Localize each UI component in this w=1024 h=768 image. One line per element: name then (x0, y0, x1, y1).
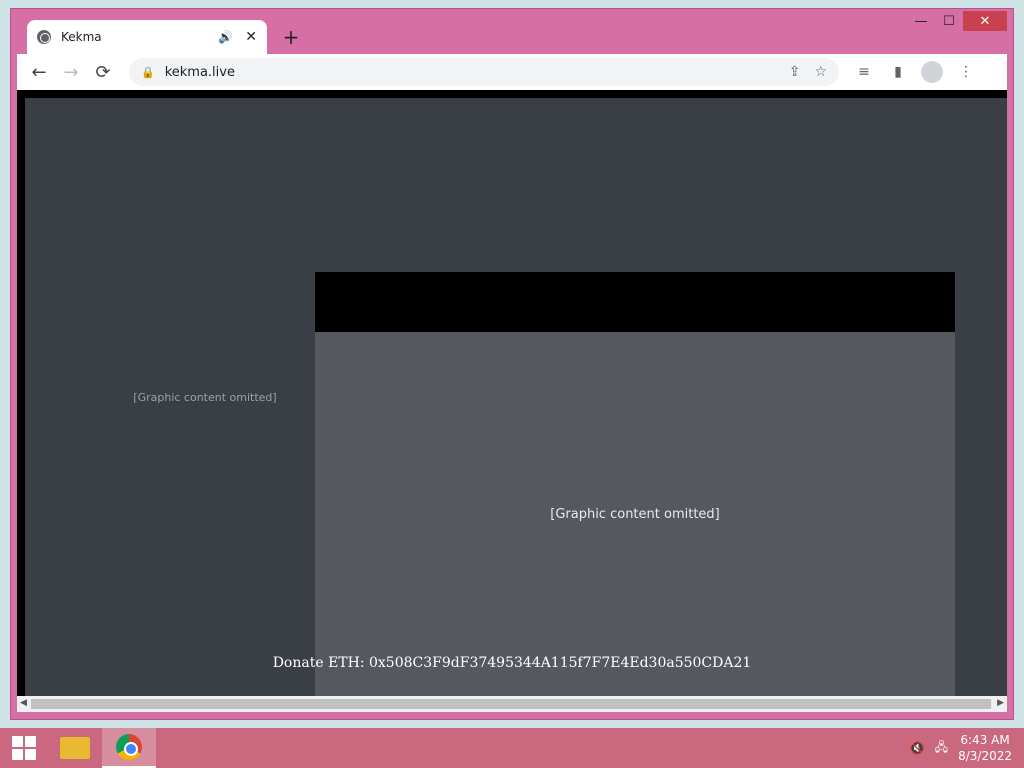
share-icon[interactable]: ⇪ (789, 64, 801, 80)
back-button[interactable]: ← (25, 58, 53, 86)
profile-avatar[interactable] (921, 61, 943, 83)
browser-tab[interactable]: Kekma 🔊 ✕ (27, 20, 267, 54)
lock-icon[interactable]: 🔒 (141, 66, 155, 79)
window-controls: — ☐ ✕ (907, 11, 1007, 31)
tab-title: Kekma (61, 30, 102, 44)
browser-window: — ☐ ✕ Kekma 🔊 ✕ + ← → ⟳ 🔒 kekma.live ⇪ ☆… (10, 8, 1014, 720)
url-text[interactable]: kekma.live (165, 65, 775, 80)
folder-icon (60, 737, 90, 759)
placeholder-label: [Graphic content omitted] (133, 390, 277, 404)
volume-muted-icon[interactable]: 🔇 (910, 741, 925, 755)
video-player[interactable]: [Graphic content omitted] (315, 272, 955, 696)
windows-logo-icon (12, 736, 36, 760)
bookmark-star-icon[interactable]: ☆ (814, 64, 827, 80)
video-content[interactable]: [Graphic content omitted] (315, 332, 955, 696)
forward-button[interactable]: → (57, 58, 85, 86)
scroll-left-icon[interactable]: ◀ (20, 698, 27, 708)
chrome-icon (116, 734, 142, 760)
toolbar: ← → ⟳ 🔒 kekma.live ⇪ ☆ ≡ ▮ ⋮ (17, 54, 1007, 90)
placeholder-label: [Graphic content omitted] (550, 506, 720, 522)
system-tray: 🔇 🖧 6:43 AM 8/3/2022 (910, 728, 1012, 768)
minimize-button[interactable]: — (907, 11, 935, 31)
donate-text: Donate ETH: 0x508C3F9dF37495344A115f7F7E… (272, 655, 752, 671)
media-controls-icon[interactable]: ≡ (853, 64, 875, 80)
speaker-icon[interactable]: 🔊 (218, 30, 233, 44)
clock[interactable]: 6:43 AM 8/3/2022 (958, 732, 1012, 764)
horizontal-scrollbar[interactable]: ◀ ▶ (17, 696, 1007, 712)
close-tab-icon[interactable]: ✕ (245, 29, 257, 45)
clock-time: 6:43 AM (960, 733, 1010, 747)
globe-icon (37, 30, 51, 44)
taskbar: 🔇 🖧 6:43 AM 8/3/2022 (0, 728, 1024, 768)
start-button[interactable] (0, 728, 48, 768)
close-window-button[interactable]: ✕ (963, 11, 1007, 31)
scroll-right-icon[interactable]: ▶ (997, 698, 1004, 708)
menu-icon[interactable]: ⋮ (955, 64, 977, 80)
new-tab-button[interactable]: + (279, 25, 303, 49)
page-viewport: [Graphic content omitted] [Graphic conte… (17, 90, 1007, 696)
reload-button[interactable]: ⟳ (89, 58, 117, 86)
network-icon[interactable]: 🖧 (935, 738, 948, 759)
scrollbar-thumb[interactable] (31, 699, 991, 709)
maximize-button[interactable]: ☐ (935, 11, 963, 31)
file-explorer-button[interactable] (48, 728, 102, 768)
side-panel-icon[interactable]: ▮ (887, 64, 909, 80)
address-bar[interactable]: 🔒 kekma.live ⇪ ☆ (129, 58, 839, 86)
chrome-taskbar-button[interactable] (102, 728, 156, 768)
clock-date: 8/3/2022 (958, 749, 1012, 763)
